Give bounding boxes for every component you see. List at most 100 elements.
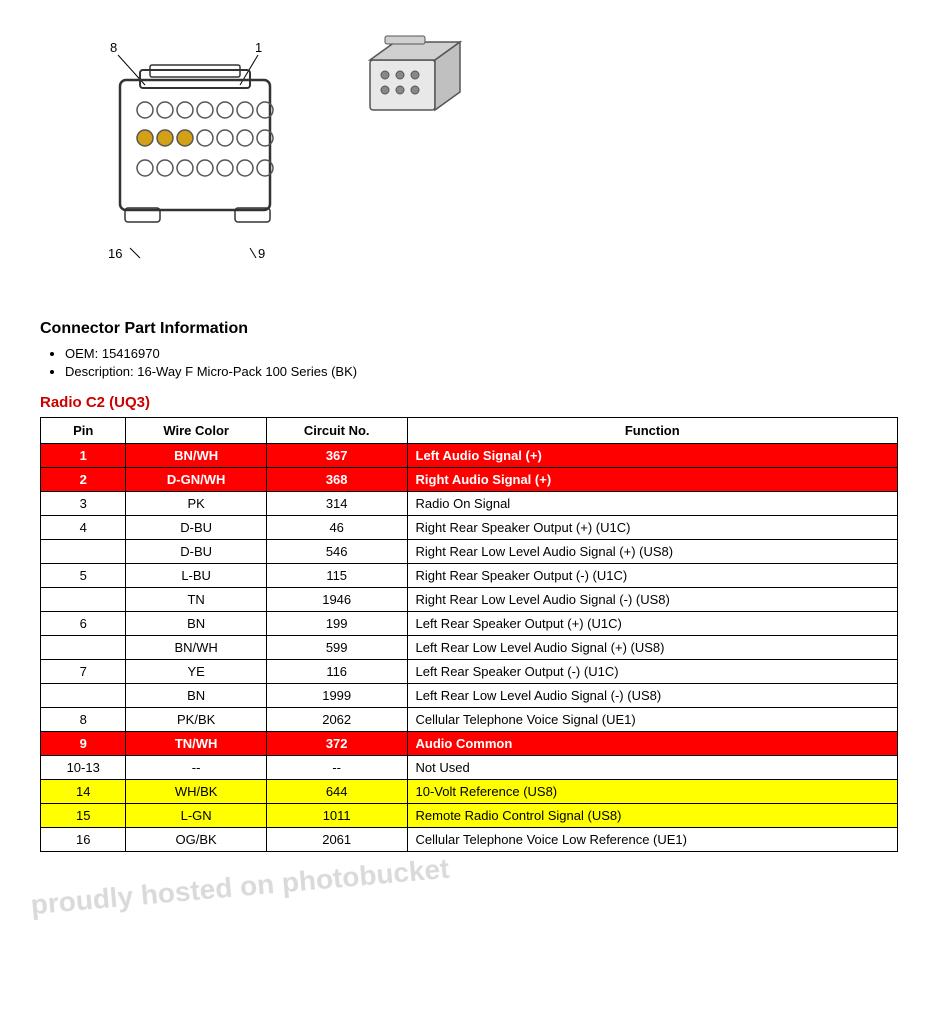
cell-function: Left Rear Speaker Output (-) (U1C) <box>407 660 897 684</box>
table-row: 3PK314Radio On Signal <box>41 492 898 516</box>
cell-function: Right Audio Signal (+) <box>407 468 897 492</box>
cell-function: Right Rear Speaker Output (+) (U1C) <box>407 516 897 540</box>
table-row: 1BN/WH367Left Audio Signal (+) <box>41 444 898 468</box>
cell-circuit: 116 <box>266 660 407 684</box>
cell-circuit: 372 <box>266 732 407 756</box>
cell-pin: 9 <box>41 732 126 756</box>
pin-table-container: Pin Wire Color Circuit No. Function 1BN/… <box>40 417 898 852</box>
table-row: 15L-GN1011Remote Radio Control Signal (U… <box>41 804 898 828</box>
cell-pin: 3 <box>41 492 126 516</box>
cell-pin <box>41 684 126 708</box>
cell-pin <box>41 588 126 612</box>
cell-pin <box>41 540 126 564</box>
cell-wire: D-BU <box>126 516 266 540</box>
cell-circuit: 367 <box>266 444 407 468</box>
cell-wire: WH/BK <box>126 780 266 804</box>
cell-circuit: -- <box>266 756 407 780</box>
connector-info-item-desc: Description: 16-Way F Micro-Pack 100 Ser… <box>65 364 898 379</box>
svg-text:9: 9 <box>258 246 265 261</box>
table-row: 16OG/BK2061Cellular Telephone Voice Low … <box>41 828 898 852</box>
cell-wire: OG/BK <box>126 828 266 852</box>
table-row: 2D-GN/WH368Right Audio Signal (+) <box>41 468 898 492</box>
cell-circuit: 199 <box>266 612 407 636</box>
cell-circuit: 368 <box>266 468 407 492</box>
cell-wire: BN/WH <box>126 444 266 468</box>
connector-info-section: Connector Part Information OEM: 15416970… <box>40 320 898 379</box>
cell-function: Right Rear Low Level Audio Signal (-) (U… <box>407 588 897 612</box>
col-header-wire: Wire Color <box>126 418 266 444</box>
cell-pin: 8 <box>41 708 126 732</box>
cell-circuit: 599 <box>266 636 407 660</box>
col-header-function: Function <box>407 418 897 444</box>
cell-wire: BN <box>126 612 266 636</box>
cell-circuit: 1011 <box>266 804 407 828</box>
cell-circuit: 2061 <box>266 828 407 852</box>
table-row: 4D-BU46Right Rear Speaker Output (+) (U1… <box>41 516 898 540</box>
connector-info-list: OEM: 15416970 Description: 16-Way F Micr… <box>65 346 898 379</box>
cell-circuit: 1999 <box>266 684 407 708</box>
table-header-row: Pin Wire Color Circuit No. Function <box>41 418 898 444</box>
cell-pin: 6 <box>41 612 126 636</box>
table-row: TN1946Right Rear Low Level Audio Signal … <box>41 588 898 612</box>
svg-text:16: 16 <box>108 246 122 261</box>
cell-wire: L-GN <box>126 804 266 828</box>
cell-pin: 10-13 <box>41 756 126 780</box>
cell-circuit: 115 <box>266 564 407 588</box>
table-row: 5L-BU115Right Rear Speaker Output (-) (U… <box>41 564 898 588</box>
cell-function: Left Rear Low Level Audio Signal (-) (US… <box>407 684 897 708</box>
cell-function: Right Rear Low Level Audio Signal (+) (U… <box>407 540 897 564</box>
cell-pin: 5 <box>41 564 126 588</box>
cell-pin: 4 <box>41 516 126 540</box>
table-row: 8PK/BK2062Cellular Telephone Voice Signa… <box>41 708 898 732</box>
table-row: 9TN/WH372Audio Common <box>41 732 898 756</box>
table-row: D-BU546Right Rear Low Level Audio Signal… <box>41 540 898 564</box>
cell-circuit: 2062 <box>266 708 407 732</box>
svg-text:1: 1 <box>255 40 262 55</box>
cell-pin: 2 <box>41 468 126 492</box>
connector-info-title: Connector Part Information <box>40 320 898 338</box>
cell-function: Remote Radio Control Signal (US8) <box>407 804 897 828</box>
connector-diagram-iso <box>350 30 470 130</box>
cell-function: Not Used <box>407 756 897 780</box>
cell-wire: -- <box>126 756 266 780</box>
cell-wire: PK/BK <box>126 708 266 732</box>
cell-pin <box>41 636 126 660</box>
watermark: proudly hosted on photobucket <box>29 853 450 921</box>
table-row: 7YE116Left Rear Speaker Output (-) (U1C) <box>41 660 898 684</box>
cell-circuit: 546 <box>266 540 407 564</box>
cell-wire: YE <box>126 660 266 684</box>
cell-wire: BN <box>126 684 266 708</box>
cell-wire: D-GN/WH <box>126 468 266 492</box>
pin-table: Pin Wire Color Circuit No. Function 1BN/… <box>40 417 898 852</box>
table-row: BN1999Left Rear Low Level Audio Signal (… <box>41 684 898 708</box>
connector-info-item-oem: OEM: 15416970 <box>65 346 898 361</box>
col-header-circuit: Circuit No. <box>266 418 407 444</box>
cell-function: Right Rear Speaker Output (-) (U1C) <box>407 564 897 588</box>
cell-pin: 14 <box>41 780 126 804</box>
table-row: BN/WH599Left Rear Low Level Audio Signal… <box>41 636 898 660</box>
cell-circuit: 1946 <box>266 588 407 612</box>
cell-wire: D-BU <box>126 540 266 564</box>
cell-pin: 15 <box>41 804 126 828</box>
cell-circuit: 644 <box>266 780 407 804</box>
cell-pin: 1 <box>41 444 126 468</box>
cell-function: Left Rear Speaker Output (+) (U1C) <box>407 612 897 636</box>
table-row: 14WH/BK64410-Volt Reference (US8) <box>41 780 898 804</box>
cell-wire: PK <box>126 492 266 516</box>
svg-text:8: 8 <box>110 40 117 55</box>
table-row: 6BN199Left Rear Speaker Output (+) (U1C) <box>41 612 898 636</box>
cell-function: Cellular Telephone Voice Low Reference (… <box>407 828 897 852</box>
section-title: Radio C2 (UQ3) <box>40 394 898 411</box>
col-header-pin: Pin <box>41 418 126 444</box>
cell-function: Left Rear Low Level Audio Signal (+) (US… <box>407 636 897 660</box>
cell-function: 10-Volt Reference (US8) <box>407 780 897 804</box>
cell-pin: 7 <box>41 660 126 684</box>
cell-function: Radio On Signal <box>407 492 897 516</box>
cell-wire: TN/WH <box>126 732 266 756</box>
cell-function: Audio Common <box>407 732 897 756</box>
cell-wire: L-BU <box>126 564 266 588</box>
cell-circuit: 314 <box>266 492 407 516</box>
cell-circuit: 46 <box>266 516 407 540</box>
cell-function: Cellular Telephone Voice Signal (UE1) <box>407 708 897 732</box>
cell-pin: 16 <box>41 828 126 852</box>
